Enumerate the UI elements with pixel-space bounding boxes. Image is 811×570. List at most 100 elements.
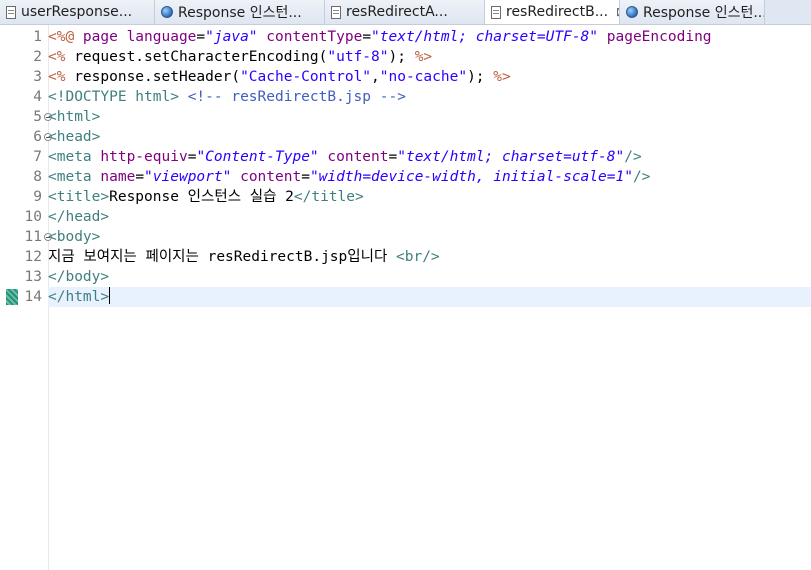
- line-number: 5: [33, 109, 42, 125]
- line-number: 4: [33, 89, 42, 105]
- line-number: 9: [33, 189, 42, 205]
- code-token: "no-cache": [379, 69, 468, 85]
- line-number: 7: [33, 149, 42, 165]
- jsp-file-icon: [331, 5, 341, 19]
- editor-tab-5[interactable]: Response 인스턴...: [620, 0, 765, 24]
- line-number: 13: [24, 269, 42, 285]
- code-token: page: [82, 29, 127, 45]
- code-token: pageEncoding: [606, 29, 712, 45]
- code-token: =: [135, 169, 145, 185]
- code-token: =: [388, 149, 398, 165]
- code-token: content: [240, 169, 302, 185]
- code-token: Response 인스턴스 실습 2: [109, 189, 294, 205]
- line-number: 8: [33, 169, 42, 185]
- line-number: 1: [33, 29, 42, 45]
- code-line[interactable]: <meta http-equiv="Content-Type" content=…: [48, 147, 811, 167]
- jsp-file-icon: [6, 5, 16, 19]
- code-token: <head>: [48, 129, 101, 145]
- tab-label: resRedirectA...: [346, 4, 448, 20]
- code-line[interactable]: <!DOCTYPE html> <!-- resRedirectB.jsp --…: [48, 87, 811, 107]
- code-token: </title>: [293, 189, 364, 205]
- code-token: />: [624, 149, 642, 165]
- code-token: "width=device-width, initial-scale=1": [309, 169, 633, 185]
- code-token: <!-- resRedirectB.jsp -->: [187, 89, 406, 105]
- editor-tab-1[interactable]: userResponse...: [0, 0, 155, 24]
- code-token: <html>: [48, 109, 101, 125]
- code-token: "Cache-Control": [240, 69, 372, 85]
- code-token: =: [196, 29, 206, 45]
- code-line[interactable]: <%@ page language="java" contentType="te…: [48, 27, 811, 47]
- code-token: <%: [48, 49, 75, 65]
- code-token: http-equiv: [100, 149, 188, 165]
- code-line[interactable]: <title>Response 인스턴스 실습 2</title>: [48, 187, 811, 207]
- line-number: 14: [24, 289, 42, 305]
- line-number: 2: [33, 49, 42, 65]
- code-token: </body>: [48, 269, 110, 285]
- text-caret: [109, 287, 111, 304]
- code-line[interactable]: </html>: [48, 287, 811, 307]
- jsp-file-icon: [491, 5, 501, 19]
- globe-icon: [626, 6, 638, 18]
- code-line[interactable]: <% response.setHeader("Cache-Control","n…: [48, 67, 811, 87]
- code-token: contentType: [266, 29, 363, 45]
- code-token: %>: [414, 49, 433, 65]
- code-token: =: [301, 169, 310, 185]
- code-line[interactable]: <html>: [48, 107, 811, 127]
- line-number: 10: [24, 209, 42, 225]
- code-token: "text/html; charset=utf-8": [397, 149, 625, 165]
- editor-tab-4[interactable]: resRedirectB...⊠: [485, 0, 620, 24]
- code-line[interactable]: <head>: [48, 127, 811, 147]
- code-token: "java": [205, 29, 258, 45]
- code-line[interactable]: 지금 보여지는 페이지는 resRedirectB.jsp입니다 <br/>: [48, 247, 811, 267]
- code-line[interactable]: <% request.setCharacterEncoding("utf-8")…: [48, 47, 811, 67]
- globe-icon: [161, 6, 173, 18]
- code-editor[interactable]: 1 2 3 4 5 6 7 8 9 10 11 12 13 14 <%@ page language="j…: [0, 25, 811, 570]
- code-token: 지금 보여지는 페이지는 resRedirectB.jsp입니다: [48, 249, 397, 265]
- tab-label: Response 인스턴...: [643, 5, 765, 21]
- code-token: <%@: [48, 29, 83, 45]
- editor-tab-bar: userResponse... Response 인스턴... resRedirec…: [0, 0, 811, 25]
- tab-label: resRedirectB...: [506, 4, 609, 20]
- code-area[interactable]: <%@ page language="java" contentType="te…: [48, 25, 811, 570]
- code-token: <!DOCTYPE html>: [48, 89, 188, 105]
- code-token: <body>: [48, 229, 101, 245]
- code-token: "Content-Type": [196, 149, 319, 165]
- code-token: =: [362, 29, 372, 45]
- change-marker: [6, 289, 18, 305]
- line-number: 11: [24, 229, 42, 245]
- tab-label: Response 인스턴...: [178, 5, 302, 21]
- line-number: 12: [24, 249, 42, 265]
- code-token: </head>: [48, 209, 110, 225]
- code-token: "utf-8": [327, 49, 389, 65]
- code-line[interactable]: </head>: [48, 207, 811, 227]
- code-token: <%: [48, 69, 75, 85]
- code-token: name: [100, 169, 136, 185]
- code-token: content: [327, 149, 389, 165]
- code-token: <br/>: [396, 249, 440, 265]
- editor-tab-2[interactable]: Response 인스턴...: [155, 0, 325, 24]
- code-token: <title>: [48, 189, 110, 205]
- code-token: "viewport": [144, 169, 232, 185]
- code-token: %>: [493, 69, 511, 85]
- code-token: response.setHeader(: [74, 69, 241, 85]
- code-token: <meta: [48, 169, 101, 185]
- code-token: request.setCharacterEncoding(: [74, 49, 328, 65]
- code-token: );: [467, 69, 494, 85]
- code-token: ,: [371, 69, 380, 85]
- code-line[interactable]: </body>: [48, 267, 811, 287]
- code-token: </html>: [48, 289, 110, 305]
- code-line[interactable]: <meta name="viewport" content="width=dev…: [48, 167, 811, 187]
- tab-label: userResponse...: [21, 4, 133, 20]
- code-token: />: [632, 169, 651, 185]
- code-token: "text/html; charset=UTF-8": [371, 29, 599, 45]
- line-number: 6: [33, 129, 42, 145]
- code-token: );: [388, 49, 415, 65]
- code-line[interactable]: <body>: [48, 227, 811, 247]
- code-token: language: [126, 29, 197, 45]
- code-token: <meta: [48, 149, 101, 165]
- line-number: 3: [33, 69, 42, 85]
- editor-tab-3[interactable]: resRedirectA...: [325, 0, 485, 24]
